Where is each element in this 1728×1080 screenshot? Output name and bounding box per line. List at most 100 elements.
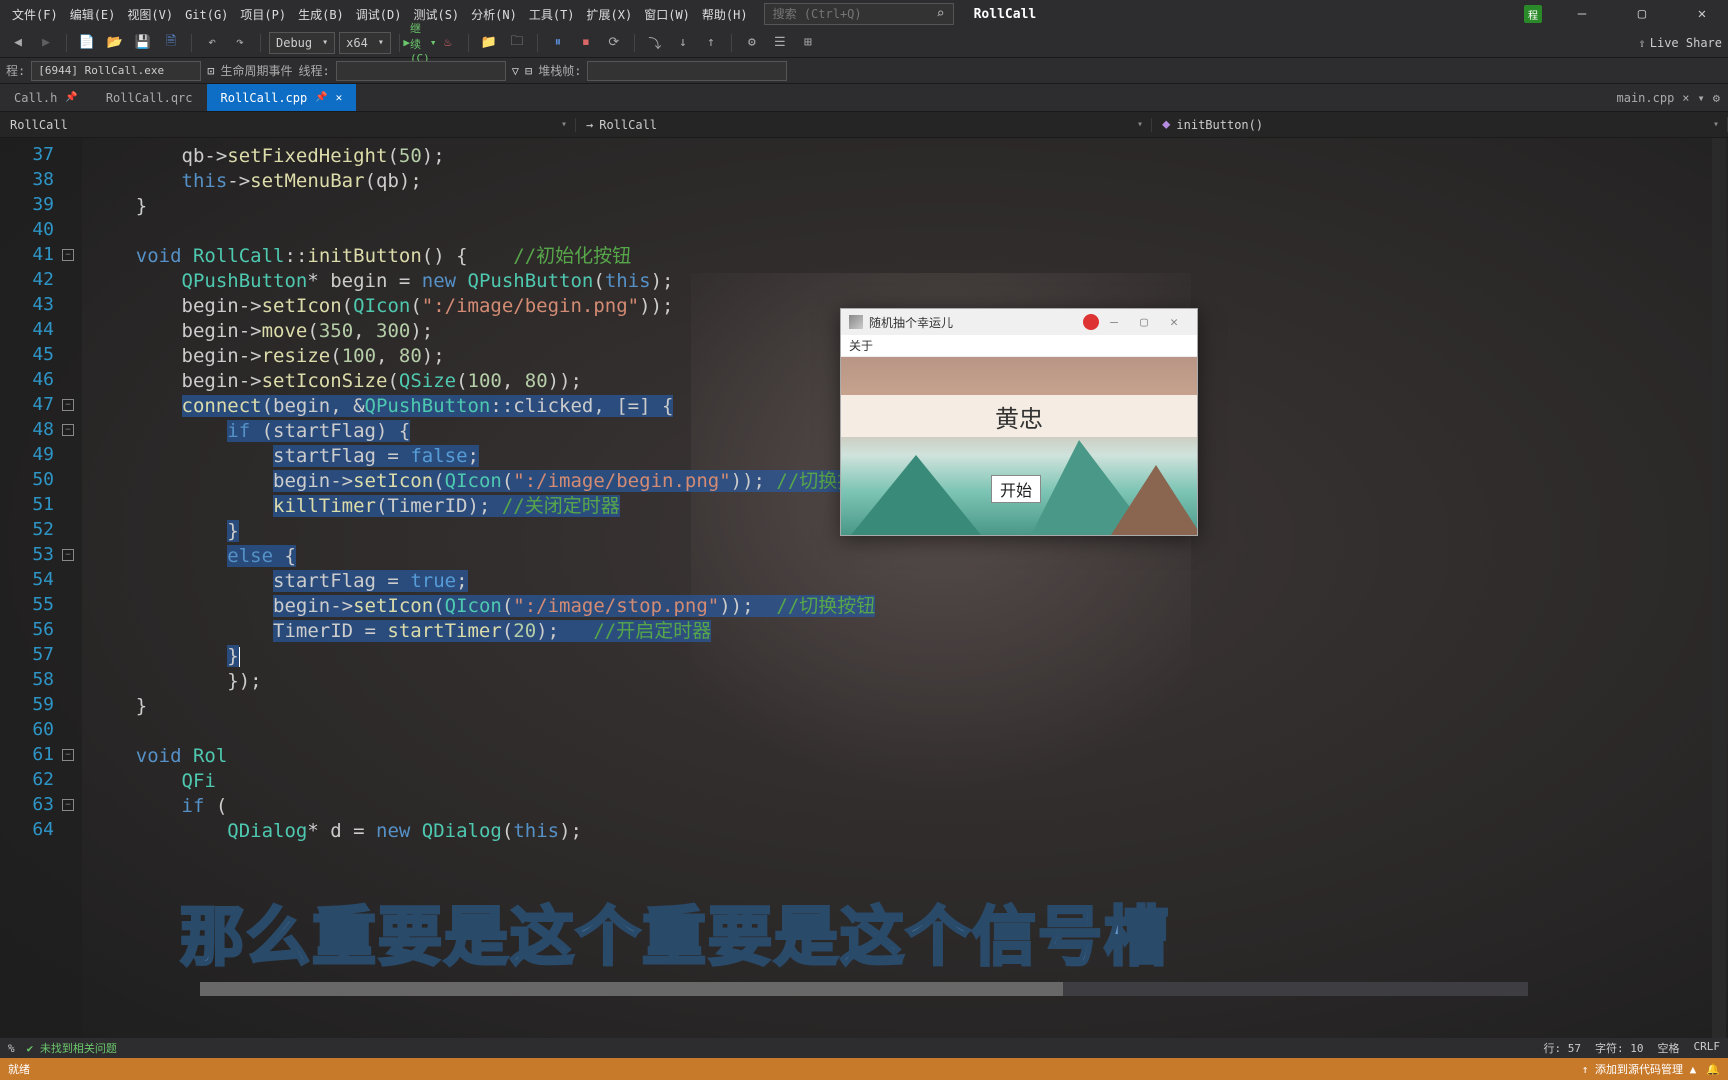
search-input[interactable] [773, 7, 923, 21]
code-line[interactable]: }); [90, 669, 262, 694]
code-line[interactable]: else { [90, 544, 296, 569]
restart-icon[interactable]: ⟳ [602, 31, 626, 55]
search-icon[interactable]: ⌕ [936, 6, 944, 22]
file-tab[interactable]: Call.h📌 [0, 84, 92, 111]
tool-icon[interactable]: ⚙ [740, 31, 764, 55]
lifecycle-icon[interactable]: ⊡ [207, 64, 214, 78]
stack-icon[interactable]: ⊟ [525, 64, 532, 78]
eol-indicator[interactable]: CRLF [1694, 1040, 1721, 1056]
begin-button[interactable]: 开始 [991, 475, 1041, 503]
scrollbar-thumb[interactable] [200, 982, 1063, 996]
open-folder-icon[interactable]: 🗀 [505, 31, 529, 55]
code-line[interactable]: killTimer(TimerID); //关闭定时器 [90, 494, 620, 519]
menu-item[interactable]: 工具(T) [523, 6, 581, 24]
code-line[interactable]: connect(begin, &QPushButton::clicked, [=… [90, 394, 673, 419]
app-titlebar[interactable]: 随机抽个幸运儿 — ▢ ✕ [841, 309, 1197, 335]
code-line[interactable]: if ( [90, 794, 227, 819]
step-into-icon[interactable]: ↓ [671, 31, 695, 55]
zoom-pct[interactable]: % [8, 1042, 15, 1055]
pause-icon[interactable]: ⏸ [546, 31, 570, 55]
menu-item[interactable]: 文件(F) [6, 6, 64, 24]
step-out-icon[interactable]: ↑ [699, 31, 723, 55]
menu-item[interactable]: 帮助(H) [696, 6, 754, 24]
indent-indicator[interactable]: 空格 [1658, 1040, 1680, 1056]
menu-item[interactable]: 分析(N) [465, 6, 523, 24]
line-indicator[interactable]: 行: 57 [1544, 1040, 1582, 1056]
right-tab[interactable]: main.cpp [1617, 91, 1675, 105]
nav-scope[interactable]: RollCall [0, 118, 576, 132]
nav-method[interactable]: ⬥initButton() [1152, 117, 1728, 132]
code-line[interactable]: begin->setIcon(QIcon(":/image/begin.png"… [90, 469, 875, 494]
app-menu[interactable]: 关于 [841, 335, 1197, 357]
search-box[interactable]: ⌕ [764, 3, 954, 25]
user-avatar[interactable]: 程 [1524, 5, 1542, 23]
hot-reload-icon[interactable]: ♨ [436, 31, 460, 55]
minimize-icon[interactable]: — [1562, 1, 1602, 27]
menu-item[interactable]: 编辑(E) [64, 6, 122, 24]
code-line[interactable]: } [90, 694, 147, 719]
code-line[interactable]: begin->setIconSize(QSize(100, 80)); [90, 369, 582, 394]
issues-status[interactable]: ✔ 未找到相关问题 [27, 1040, 117, 1056]
save-all-icon[interactable]: 🗎 [159, 31, 183, 55]
app-close-icon[interactable]: ✕ [1159, 315, 1189, 330]
forward-icon[interactable]: ▶ [34, 31, 58, 55]
stop-icon[interactable]: ⏹ [574, 31, 598, 55]
undo-icon[interactable]: ↶ [200, 31, 224, 55]
tab-settings-icon[interactable]: ⚙ [1713, 91, 1720, 105]
code-line[interactable]: TimerID = startTimer(20); //开启定时器 [90, 619, 711, 644]
fold-icon[interactable]: − [62, 399, 74, 411]
code-line[interactable]: } [90, 519, 239, 544]
process-combo[interactable]: [6944] RollCall.exe [31, 61, 201, 81]
notification-icon[interactable] [1083, 314, 1099, 330]
tool2-icon[interactable]: ☰ [768, 31, 792, 55]
app-maximize-icon[interactable]: ▢ [1129, 315, 1159, 330]
editor[interactable]: 3738394041−424344454647−48−4950515253−54… [0, 138, 1728, 1038]
menu-item[interactable]: 扩展(X) [581, 6, 639, 24]
pin-icon[interactable]: 📌 [65, 92, 77, 103]
folder-icon[interactable]: 📁 [477, 31, 501, 55]
nav-class[interactable]: →RollCall [576, 118, 1152, 132]
code-line[interactable]: QDialog* d = new QDialog(this); [90, 819, 582, 844]
fold-icon[interactable]: − [62, 249, 74, 261]
stack-combo[interactable] [587, 61, 787, 81]
col-indicator[interactable]: 字符: 10 [1595, 1040, 1644, 1056]
code-line[interactable]: this->setMenuBar(qb); [90, 169, 422, 194]
source-control[interactable]: ↑ 添加到源代码管理 ▲ [1582, 1061, 1697, 1077]
live-share[interactable]: ⇪ Live Share [1639, 36, 1722, 50]
step-over-icon[interactable]: ⤵ [643, 31, 667, 55]
save-icon[interactable]: 💾 [131, 31, 155, 55]
open-icon[interactable]: 📂 [103, 31, 127, 55]
file-tab[interactable]: RollCall.cpp📌✕ [207, 84, 357, 111]
code-line[interactable]: } [90, 644, 240, 669]
code-line[interactable]: startFlag = false; [90, 444, 479, 469]
fold-icon[interactable]: − [62, 424, 74, 436]
code-line[interactable]: begin->move(350, 300); [90, 319, 433, 344]
tab-close-icon[interactable]: × [1682, 91, 1689, 105]
minimap[interactable] [1712, 138, 1726, 1038]
code-line[interactable]: QFi [90, 769, 216, 794]
config-combo[interactable]: Debug [269, 32, 335, 54]
menu-item[interactable]: 调试(D) [350, 6, 408, 24]
thread-combo[interactable] [336, 61, 506, 81]
tab-close-icon[interactable]: ✕ [336, 91, 343, 104]
app-window[interactable]: 随机抽个幸运儿 — ▢ ✕ 关于 黄忠 开始 [840, 308, 1198, 536]
menu-item[interactable]: Git(G) [179, 6, 234, 24]
continue-button[interactable]: ▶ 继续(C) ▾ [408, 31, 432, 55]
new-file-icon[interactable]: 📄 [75, 31, 99, 55]
menu-item[interactable]: 项目(P) [234, 6, 292, 24]
tab-dropdown-icon[interactable]: ▾ [1698, 91, 1705, 105]
fold-icon[interactable]: − [62, 549, 74, 561]
code-line[interactable]: if (startFlag) { [90, 419, 410, 444]
redo-icon[interactable]: ↷ [228, 31, 252, 55]
file-tab[interactable]: RollCall.qrc [92, 84, 207, 111]
tool3-icon[interactable]: ⊞ [796, 31, 820, 55]
pin-icon[interactable]: 📌 [315, 92, 327, 103]
code-line[interactable]: qb->setFixedHeight(50); [90, 144, 445, 169]
fold-icon[interactable]: − [62, 749, 74, 761]
fold-icon[interactable]: − [62, 799, 74, 811]
code-line[interactable]: begin->setIcon(QIcon(":/image/stop.png")… [90, 594, 875, 619]
menu-item[interactable]: 窗口(W) [638, 6, 696, 24]
notifications-icon[interactable]: 🔔 [1706, 1063, 1720, 1076]
code-line[interactable]: QPushButton* begin = new QPushButton(thi… [90, 269, 673, 294]
close-icon[interactable]: ✕ [1682, 1, 1722, 27]
